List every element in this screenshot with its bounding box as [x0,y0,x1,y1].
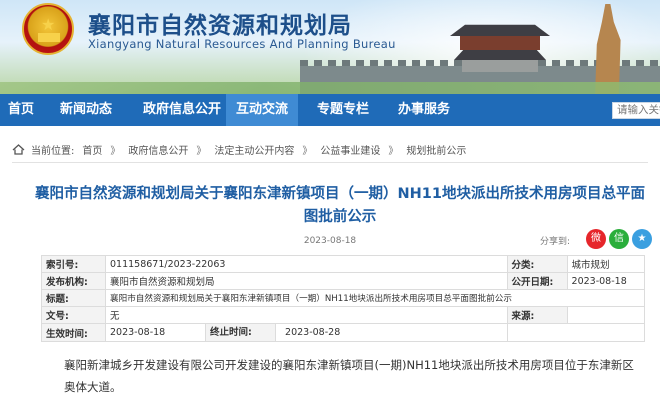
category-value: 城市规划 [566,255,646,273]
source-value [566,306,646,324]
nav-item-interaction[interactable]: 互动交流 [226,94,299,126]
breadcrumb-separator: 》 [302,146,313,157]
effective-value: 2023-08-18 [105,323,206,342]
doc-no-label: 文号: [41,306,106,324]
breadcrumb-item-planning[interactable]: 规划批前公示 [406,142,466,157]
breadcrumb-item-legal[interactable]: 法定主动公开内容 [214,142,294,157]
header-banner: ★ 襄阳市自然资源和规划局 Xiangyang Natural Resource… [0,0,660,94]
source-label: 来源: [506,306,568,324]
effective-label: 生效时间: [41,323,106,342]
nav-item-news[interactable]: 新闻动态 [60,94,112,126]
index-label: 索引号: [41,255,106,273]
table-row: 索引号: 011158671/2023-22063 分类: 城市规划 [41,255,646,273]
document-info-table: 索引号: 011158671/2023-22063 分类: 城市规划 发布机构:… [41,255,646,342]
publish-date-label: 公开日期: [506,272,568,290]
share-label: 分享到: [540,237,571,247]
table-row: 标题: 襄阳市自然资源和规划局关于襄阳东津新镇项目（一期）NH11地块派出所技术… [41,289,645,307]
publish-date-value: 2023-08-18 [566,272,646,290]
title-label: 标题: [41,289,106,307]
national-emblem-icon[interactable]: ★ [22,3,74,55]
site-title[interactable]: 襄阳市自然资源和规划局 [88,6,352,40]
breadcrumb-separator: 》 [388,146,399,157]
table-row: 文号: 无 来源: [41,306,646,324]
nav-item-gov-info[interactable]: 政府信息公开 [143,94,221,126]
home-icon [12,144,25,155]
banner-trees [0,82,660,94]
end-cell: 终止时间: 2023-08-28 [205,323,508,342]
title-value: 襄阳市自然资源和规划局关于襄阳东津新镇项目（一期）NH11地块派出所技术用房项目… [105,289,645,307]
breadcrumb-item-gov-info[interactable]: 政府信息公开 [128,142,188,157]
publisher-value: 襄阳市自然资源和规划局 [105,272,508,290]
site-subtitle: Xiangyang Natural Resources And Planning… [88,37,396,51]
end-label: 终止时间: [206,324,276,341]
breadcrumb-separator: 》 [196,146,207,157]
breadcrumb-item-public-welfare[interactable]: 公益事业建设 [320,142,380,157]
nav-item-topics[interactable]: 专题专栏 [317,94,369,126]
table-row: 生效时间: 2023-08-18 终止时间: 2023-08-28 [41,323,646,342]
end-value: 2023-08-28 [285,327,341,338]
search-input[interactable]: 请输入关键 [612,102,660,119]
wechat-share-icon[interactable]: 信 [609,229,629,249]
banner-tower [450,22,550,72]
article-body: 襄阳新津城乡开发建设有限公司开发建设的襄阳东津新镇项目(一期)NH11地块派出所… [64,354,642,398]
breadcrumb: 当前位置: 首页 》 政府信息公开 》 法定主动公开内容 》 公益事业建设 》 … [12,142,466,157]
qzone-share-icon[interactable]: ★ [632,229,652,249]
publisher-label: 发布机构: [41,272,106,290]
main-nav: 首页 新闻动态 政府信息公开 互动交流 专题专栏 办事服务 [0,94,660,126]
weibo-share-icon[interactable]: 微 [586,229,606,249]
article-title: 襄阳市自然资源和规划局关于襄阳东津新镇项目（一期）NH11地块派出所技术用房项目… [35,186,645,225]
empty-cell [506,323,646,342]
breadcrumb-prefix: 当前位置: [31,146,75,157]
nav-item-services[interactable]: 办事服务 [398,94,450,126]
category-label: 分类: [506,255,568,273]
table-row: 发布机构: 襄阳市自然资源和规划局 公开日期: 2023-08-18 [41,272,646,290]
doc-no-value: 无 [105,306,508,324]
breadcrumb-separator: 》 [110,146,121,157]
article-body-text: 襄阳新津城乡开发建设有限公司开发建设的襄阳东津新镇项目(一期)NH11地块派出所… [64,358,634,394]
nav-item-home[interactable]: 首页 [8,94,34,126]
breadcrumb-divider [12,162,648,163]
index-value: 011158671/2023-22063 [105,255,508,273]
breadcrumb-item-home[interactable]: 首页 [82,142,102,157]
